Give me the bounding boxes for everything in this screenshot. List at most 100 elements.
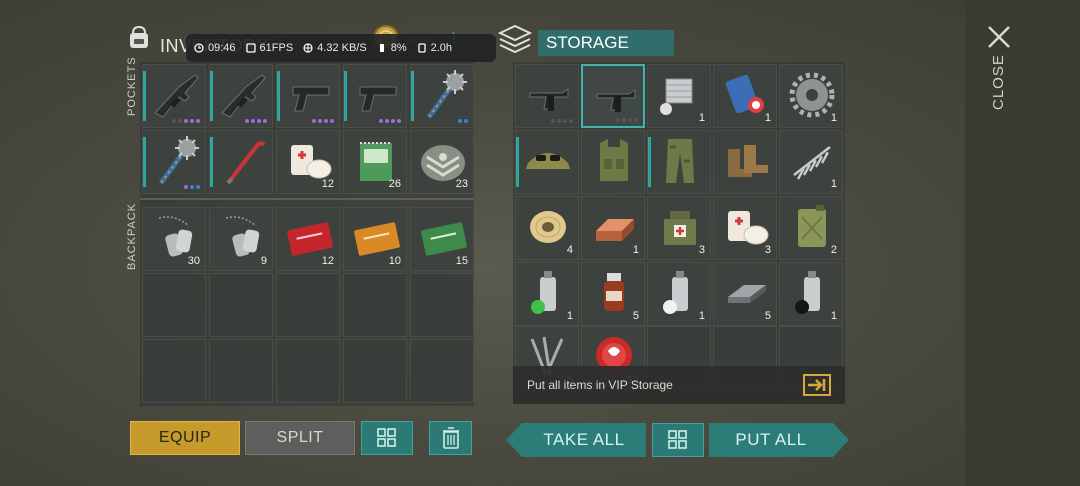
item-slot-camo-pants[interactable] — [647, 130, 711, 194]
item-slot-medkit-bag[interactable]: 3 — [647, 196, 711, 260]
item-slot-ration-coupon[interactable]: 15 — [410, 207, 474, 271]
item-quantity: 5 — [632, 310, 639, 322]
empty-slot[interactable] — [209, 273, 273, 337]
item-slot-bandages[interactable]: 3 — [713, 196, 777, 260]
put-all-arrow[interactable] — [833, 423, 849, 457]
item-slot-survival-coupon[interactable]: 10 — [343, 207, 407, 271]
item-slot-engine-part[interactable]: 1 — [647, 64, 711, 128]
network-text: 4.32 KB/S — [317, 42, 367, 54]
item-slot-medicine-bottle[interactable]: 5 — [581, 262, 645, 326]
item-slot-bandages[interactable]: 12 — [276, 130, 340, 194]
rarity-dot — [458, 119, 462, 123]
empty-slot[interactable] — [343, 339, 407, 403]
equip-button[interactable]: EQUIP — [130, 421, 240, 455]
item-quantity: 1 — [632, 244, 639, 256]
empty-slot[interactable] — [209, 339, 273, 403]
rarity-dots — [458, 119, 468, 123]
item-slot-cap-glasses[interactable] — [515, 130, 579, 194]
item-slot-jerrycan[interactable]: 2 — [779, 196, 843, 260]
pockets-backpack-divider — [140, 198, 474, 200]
item-slot-assault-rifle[interactable] — [142, 64, 206, 128]
right-side-panel — [965, 0, 1080, 486]
take-all-arrow[interactable] — [506, 423, 522, 457]
storage-sort-button[interactable] — [652, 423, 704, 457]
item-quantity: 1 — [830, 112, 837, 124]
item-slot-tactical-vest[interactable] — [581, 130, 645, 194]
item-quantity: 2 — [830, 244, 837, 256]
assault-rifle-icon — [154, 74, 199, 118]
put-all-button[interactable]: PUT ALL — [709, 423, 833, 457]
item-slot-gear[interactable]: 1 — [779, 64, 843, 128]
fps-icon — [245, 43, 256, 53]
empty-slot[interactable] — [410, 273, 474, 337]
item-slot-combat-coupon[interactable]: 12 — [276, 207, 340, 271]
item-slot-spring[interactable]: 1 — [779, 130, 843, 194]
item-slot-dog-tags[interactable]: 30 — [142, 207, 206, 271]
empty-slot[interactable] — [142, 339, 206, 403]
smg-icon — [596, 89, 636, 112]
rarity-dot — [569, 119, 573, 123]
fps-status: 61FPS — [245, 42, 293, 54]
vip-transfer-button[interactable] — [803, 374, 831, 396]
item-slot-notebook[interactable]: 26 — [343, 130, 407, 194]
crowbar-icon — [226, 141, 266, 185]
item-slot-magazine[interactable]: 1 — [713, 64, 777, 128]
item-slot-spray-green[interactable]: 1 — [515, 262, 579, 326]
trash-button[interactable] — [429, 421, 472, 455]
rarity-dots — [616, 118, 638, 122]
rarity-dots — [379, 119, 401, 123]
rarity-dot — [263, 119, 267, 123]
empty-slot[interactable] — [276, 273, 340, 337]
item-quantity: 9 — [260, 255, 267, 267]
rarity-dot — [563, 119, 567, 123]
item-quantity: 15 — [455, 255, 468, 267]
rarity-dot — [464, 119, 468, 123]
item-quantity: 30 — [187, 255, 200, 267]
rarity-dot — [178, 119, 182, 123]
item-slot-smg[interactable] — [581, 64, 645, 128]
item-slot-pistol[interactable] — [276, 64, 340, 128]
empty-slot[interactable] — [142, 273, 206, 337]
inventory-sort-button[interactable] — [361, 421, 413, 455]
item-slot-chevron-patch[interactable]: 23 — [410, 130, 474, 194]
empty-slot[interactable] — [410, 339, 474, 403]
session-status: 2.0h — [417, 42, 452, 54]
equipped-marker — [411, 71, 414, 121]
item-quantity: 1 — [698, 310, 705, 322]
battery-text: 8% — [390, 42, 407, 54]
item-slot-metal-bar[interactable]: 5 — [713, 262, 777, 326]
arrow-right-icon — [808, 379, 826, 391]
item-slot-smg[interactable] — [515, 64, 579, 128]
item-slot-spray-black[interactable]: 1 — [779, 262, 843, 326]
vip-storage-text: Put all items in VIP Storage — [527, 378, 673, 392]
equipped-marker — [210, 137, 213, 187]
item-slot-copper-ingot[interactable]: 1 — [581, 196, 645, 260]
item-quantity: 12 — [321, 178, 334, 190]
empty-slot[interactable] — [276, 339, 340, 403]
item-slot-assault-rifle[interactable] — [209, 64, 273, 128]
item-quantity: 10 — [388, 255, 401, 267]
item-slot-crowbar[interactable] — [209, 130, 273, 194]
take-all-button[interactable]: TAKE ALL — [522, 423, 646, 457]
item-slot-wire-spool[interactable]: 4 — [515, 196, 579, 260]
equipped-marker — [344, 71, 347, 121]
backpack-label: BACKPACK — [126, 202, 138, 270]
split-button[interactable]: SPLIT — [245, 421, 355, 455]
close-label[interactable]: CLOSE — [990, 54, 1007, 110]
rarity-dot — [616, 118, 620, 122]
item-slot-spiked-mace[interactable] — [142, 130, 206, 194]
rarity-dot — [190, 119, 194, 123]
item-quantity: 5 — [764, 310, 771, 322]
pistol-icon — [359, 86, 397, 112]
equipped-marker — [143, 137, 146, 187]
empty-slot[interactable] — [343, 273, 407, 337]
assault-rifle-icon — [221, 74, 266, 118]
item-slot-spiked-mace[interactable] — [410, 64, 474, 128]
item-slot-pistol[interactable] — [343, 64, 407, 128]
close-icon[interactable] — [986, 24, 1012, 55]
item-slot-boots[interactable] — [713, 130, 777, 194]
item-slot-dog-tags[interactable]: 9 — [209, 207, 273, 271]
rarity-dot — [391, 119, 395, 123]
item-quantity: 12 — [321, 255, 334, 267]
item-slot-spray-white[interactable]: 1 — [647, 262, 711, 326]
